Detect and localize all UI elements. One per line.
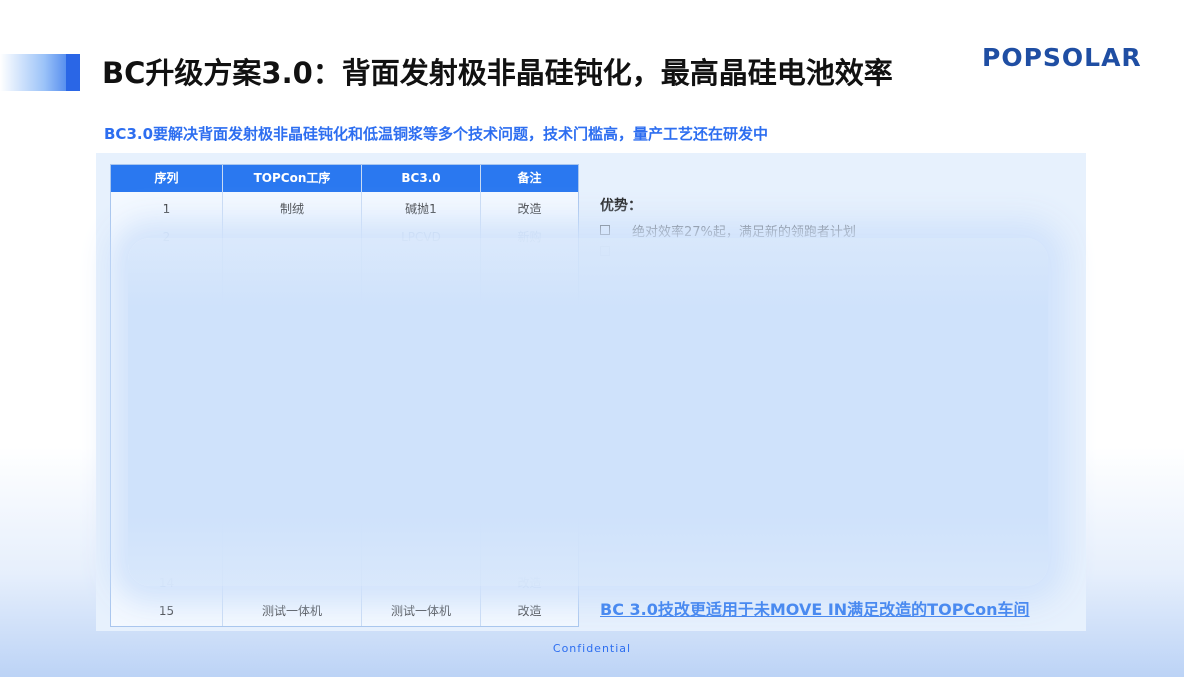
blurred-content-overlay <box>128 238 1048 586</box>
advantages-title: 优势： <box>600 198 642 214</box>
header-remark: 备注 <box>481 165 578 192</box>
company-logo: POPSOLAR <box>982 43 1142 72</box>
header-bc30: BC3.0 <box>362 165 480 192</box>
row-bc30-step: 碱抛1 <box>405 202 437 216</box>
checkbox-bullet-icon <box>600 225 610 235</box>
row-topcon-step: 制绒 <box>279 202 304 216</box>
table-row: 15 测试一体机 测试一体机 改造 <box>111 597 578 625</box>
slide-title: BC升级方案3.0：背面发射极非晶硅钝化，最高晶硅电池效率 <box>102 56 893 90</box>
conclusion-link: BC 3.0技改更适用于未MOVE IN满足改造的TOPCon车间 <box>600 600 1030 619</box>
slide-subtitle: BC3.0要解决背面发射极非晶硅钝化和低温铜浆等多个技术问题，技术门槛高，量产工… <box>104 125 769 143</box>
table-row: 1 制绒 碱抛1 改造 <box>111 195 578 223</box>
title-accent-bar <box>0 54 80 91</box>
row-bc30-step: 测试一体机 <box>390 604 451 618</box>
row-index: 1 <box>162 202 171 216</box>
header-topcon-process: TOPCon工序 <box>223 165 361 192</box>
row-index: 15 <box>158 604 175 618</box>
confidential-footer: Confidential <box>552 642 632 655</box>
header-index: 序列 <box>111 165 222 192</box>
row-remark: 改造 <box>517 202 542 216</box>
row-remark: 改造 <box>517 604 542 618</box>
row-topcon-step: 测试一体机 <box>261 604 322 618</box>
